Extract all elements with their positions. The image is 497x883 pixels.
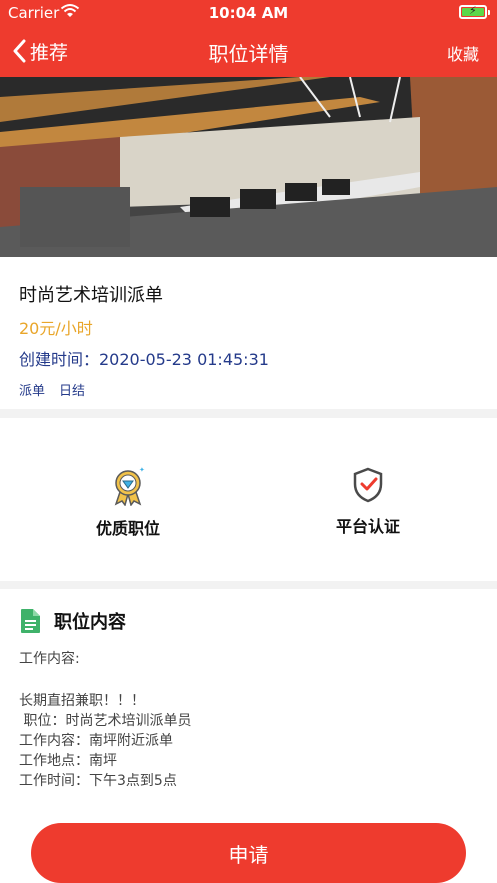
svg-text:✦: ✦ bbox=[139, 466, 145, 474]
feature-label: 优质职位 bbox=[95, 519, 160, 538]
favorite-button[interactable]: 收藏 bbox=[447, 41, 479, 65]
description-line: 工作内容: bbox=[19, 651, 80, 667]
feature-label: 平台认证 bbox=[335, 517, 400, 536]
section-header: 职位内容 bbox=[19, 608, 126, 634]
description-line: 工作时间：下午3点到5点 bbox=[19, 773, 177, 789]
navigation-bar: 推荐 职位详情 收藏 bbox=[0, 26, 497, 77]
description-line: 工作地点：南坪 bbox=[19, 753, 117, 769]
apply-button[interactable]: 申请 bbox=[31, 823, 466, 883]
job-description: 工作内容: 长期直招兼职！！！ 职位：时尚艺术培训派单员 工作内容：南坪附近派单… bbox=[19, 649, 479, 791]
description-line: 职位：时尚艺术培训派单员 bbox=[19, 713, 192, 729]
features-card: ✦ 优质职位 平台认证 bbox=[0, 418, 497, 581]
description-line bbox=[19, 669, 479, 689]
battery-icon: ⚡ bbox=[459, 4, 490, 19]
job-tags: 派单 日结 bbox=[19, 380, 85, 399]
quality-badge-icon: ✦ bbox=[114, 466, 145, 506]
office-photo bbox=[0, 77, 497, 257]
shield-check-icon bbox=[353, 467, 383, 503]
description-line: 工作内容：南坪附近派单 bbox=[19, 733, 173, 749]
tag: 日结 bbox=[59, 384, 86, 399]
job-title: 时尚艺术培训派单 bbox=[19, 285, 163, 306]
top-bar: Carrier 10:04 AM ⚡ 推荐 职位详情 收藏 bbox=[0, 0, 497, 77]
status-bar: Carrier 10:04 AM ⚡ bbox=[0, 0, 497, 26]
description-line: 长期直招兼职！！！ bbox=[19, 693, 145, 709]
tag: 派单 bbox=[19, 384, 46, 399]
page-title: 职位详情 bbox=[208, 42, 289, 66]
status-time: 10:04 AM bbox=[208, 4, 289, 22]
section-title: 职位内容 bbox=[54, 612, 126, 633]
job-salary: 20元/小时 bbox=[19, 319, 93, 338]
job-summary-card: 时尚艺术培训派单 20元/小时 创建时间：2020-05-23 01:45:31… bbox=[0, 257, 497, 409]
document-icon bbox=[21, 609, 40, 633]
job-created-time: 创建时间：2020-05-23 01:45:31 bbox=[19, 350, 269, 369]
feature-quality-job: ✦ 优质职位 bbox=[38, 466, 218, 539]
feature-platform-verified: 平台认证 bbox=[278, 466, 458, 537]
